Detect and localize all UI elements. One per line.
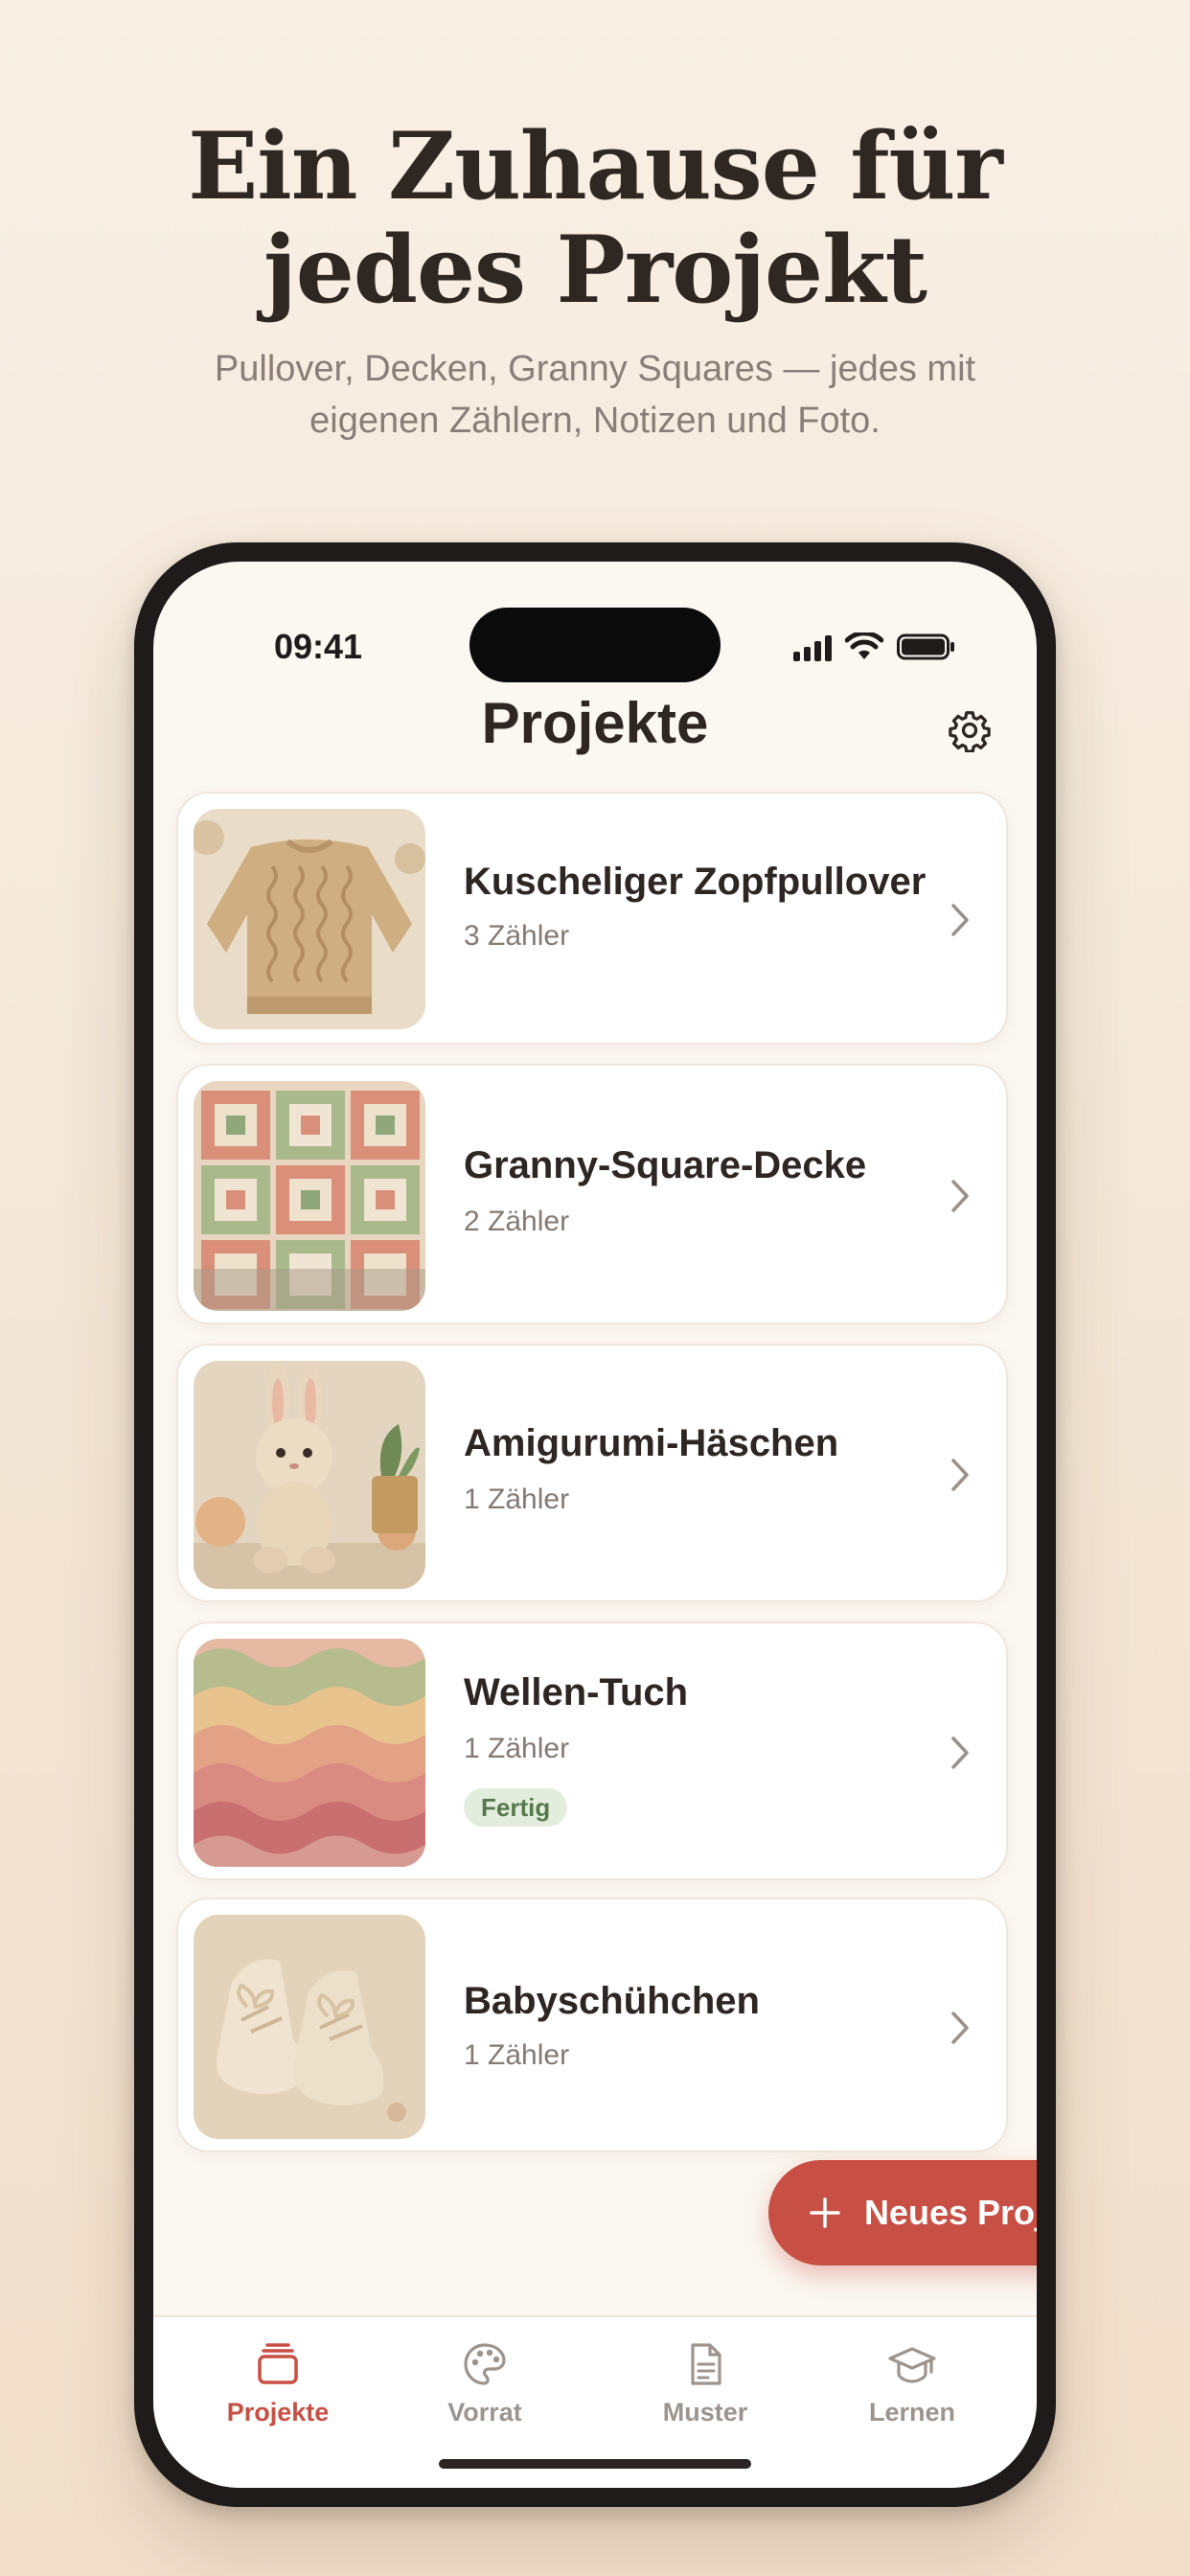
- page-title: Projekte: [481, 691, 709, 755]
- project-counter-count: 2 Zähler: [464, 1206, 570, 1237]
- project-counter-count: 1 Zähler: [464, 2039, 570, 2071]
- chevron-right-icon: [951, 904, 969, 936]
- cellular-signal-icon: [793, 634, 832, 661]
- tab-label: Muster: [662, 2398, 748, 2426]
- project-card[interactable]: Wellen-Tuch 1 Zähler Fertig: [176, 1622, 1008, 1880]
- tab-vorrat[interactable]: Vorrat: [399, 2334, 571, 2427]
- status-badge: Fertig: [464, 1788, 568, 1827]
- tab-label: Lernen: [868, 2398, 956, 2426]
- project-counter-count: 1 Zähler: [464, 1484, 570, 1515]
- project-title: Kuscheliger Zopfpullover: [464, 861, 927, 903]
- dynamic-island: [469, 608, 721, 682]
- project-counter-count: 1 Zähler: [464, 1733, 570, 1764]
- wifi-icon: [845, 632, 883, 659]
- chevron-right-icon: [951, 1180, 969, 1212]
- project-card[interactable]: Amigurumi-Häschen 1 Zähler: [176, 1344, 1008, 1602]
- graduation-cap-icon: [888, 2347, 936, 2383]
- stack-icon: [258, 2343, 298, 2384]
- project-card[interactable]: Granny-Square-Decke 2 Zähler: [176, 1064, 1008, 1324]
- tab-projekte[interactable]: Projekte: [192, 2334, 364, 2427]
- tab-bar: Projekte Vorrat Muster Lernen: [153, 2315, 1037, 2488]
- status-icons: [793, 629, 956, 661]
- project-card[interactable]: Kuscheliger Zopfpullover 3 Zähler: [176, 792, 1008, 1045]
- tab-label: Projekte: [226, 2398, 330, 2426]
- app-screen: 09:41 Projekte Kuscheliger Zopfpullover …: [153, 562, 1037, 2488]
- hero-title-line: Ein Zuhause für: [188, 112, 1003, 220]
- tab-label: Vorrat: [447, 2398, 522, 2426]
- new-project-button[interactable]: Neues Projekt: [768, 2160, 1037, 2266]
- status-time: 09:41: [274, 627, 363, 666]
- project-title: Wellen-Tuch: [464, 1671, 689, 1714]
- home-indicator[interactable]: [439, 2459, 751, 2469]
- new-project-label: Neues Projekt: [863, 2193, 1037, 2232]
- hero-title: Ein Zuhause für jedes Projekt: [0, 115, 1190, 322]
- settings-button[interactable]: [945, 705, 995, 755]
- project-title: Granny-Square-Decke: [464, 1144, 867, 1186]
- chevron-right-icon: [951, 2012, 969, 2044]
- project-photo-bunny: [194, 1361, 425, 1589]
- project-photo-sweater: [194, 809, 425, 1029]
- project-card[interactable]: Babyschühchen 1 Zähler: [176, 1898, 1008, 2152]
- project-photo-booties: [194, 1915, 425, 2139]
- chevron-right-icon: [951, 1459, 969, 1491]
- project-photo-blanket: [194, 1081, 425, 1311]
- hero-subtitle-line: Pullover, Decken, Granny Squares — jedes…: [214, 349, 976, 389]
- tab-lernen[interactable]: Lernen: [826, 2334, 998, 2427]
- project-photo-shawl: [194, 1639, 425, 1867]
- phone-frame: 09:41 Projekte Kuscheliger Zopfpullover …: [134, 542, 1056, 2507]
- battery-icon: [897, 633, 954, 660]
- gear-icon: [949, 711, 991, 752]
- project-title: Babyschühchen: [464, 1980, 760, 2022]
- tab-muster[interactable]: Muster: [619, 2334, 791, 2427]
- document-icon: [691, 2343, 721, 2385]
- hero-title-line: jedes Projekt: [263, 216, 927, 324]
- palette-icon: [464, 2343, 506, 2385]
- hero-subtitle-line: eigenen Zählern, Notizen und Foto.: [309, 401, 881, 441]
- chevron-right-icon: [951, 1736, 969, 1769]
- project-counter-count: 3 Zähler: [464, 920, 570, 952]
- hero-subtitle: Pullover, Decken, Granny Squares — jedes…: [0, 343, 1190, 447]
- project-title: Amigurumi-Häschen: [464, 1422, 839, 1464]
- plus-icon: [810, 2197, 840, 2228]
